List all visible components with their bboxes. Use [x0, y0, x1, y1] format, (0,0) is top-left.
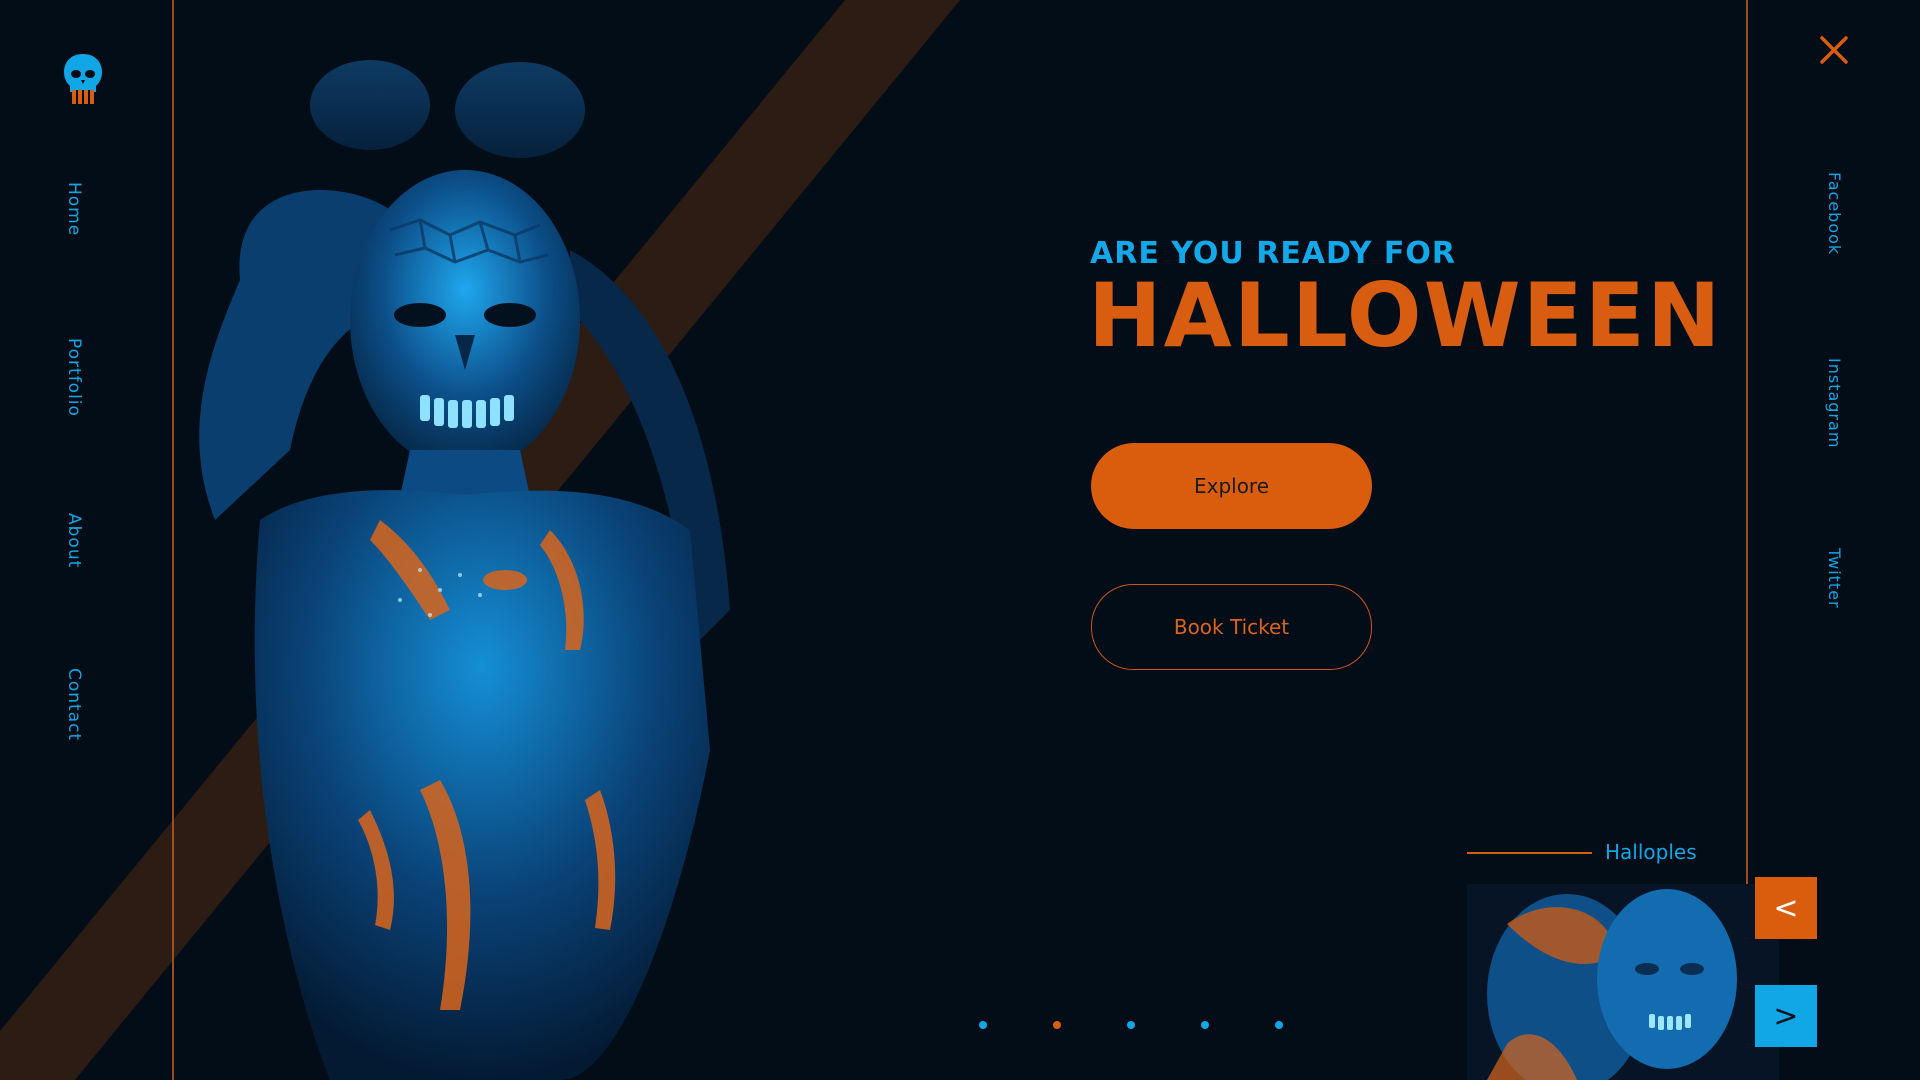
nav-contact-link[interactable]: Contact — [64, 668, 84, 741]
book-ticket-button[interactable]: Book Ticket — [1091, 584, 1372, 670]
carousel-dot-5[interactable] — [1275, 1021, 1283, 1029]
carousel-dot-4[interactable] — [1201, 1021, 1209, 1029]
social-facebook-link[interactable]: Facebook — [1825, 172, 1844, 255]
thumbnail-accent-line — [1467, 852, 1592, 854]
halloween-landing-page: Home Portfolio About Contact Facebook In… — [0, 0, 1920, 1080]
explore-button[interactable]: Explore — [1091, 443, 1372, 529]
close-icon[interactable] — [1818, 34, 1850, 66]
nav-about-link[interactable]: About — [64, 513, 84, 568]
carousel-prev-button[interactable]: < — [1755, 877, 1817, 939]
social-twitter-link[interactable]: Twitter — [1825, 548, 1844, 609]
carousel-dot-1[interactable] — [979, 1021, 987, 1029]
skull-logo-icon[interactable] — [62, 52, 104, 106]
thumbnail-label: Halloples — [1605, 840, 1697, 864]
hero-skull-makeup-figure — [199, 60, 730, 1080]
carousel-dot-3[interactable] — [1127, 1021, 1135, 1029]
social-instagram-link[interactable]: Instagram — [1825, 358, 1844, 448]
nav-home-link[interactable]: Home — [64, 182, 84, 236]
carousel-next-button[interactable]: > — [1755, 985, 1817, 1047]
carousel-dot-2[interactable] — [1053, 1021, 1061, 1029]
hero-title: HALLOWEEN — [1088, 264, 1723, 367]
carousel-pagination — [979, 1021, 1289, 1031]
thumbnail-image[interactable] — [1467, 884, 1779, 1080]
nav-portfolio-link[interactable]: Portfolio — [64, 338, 84, 417]
